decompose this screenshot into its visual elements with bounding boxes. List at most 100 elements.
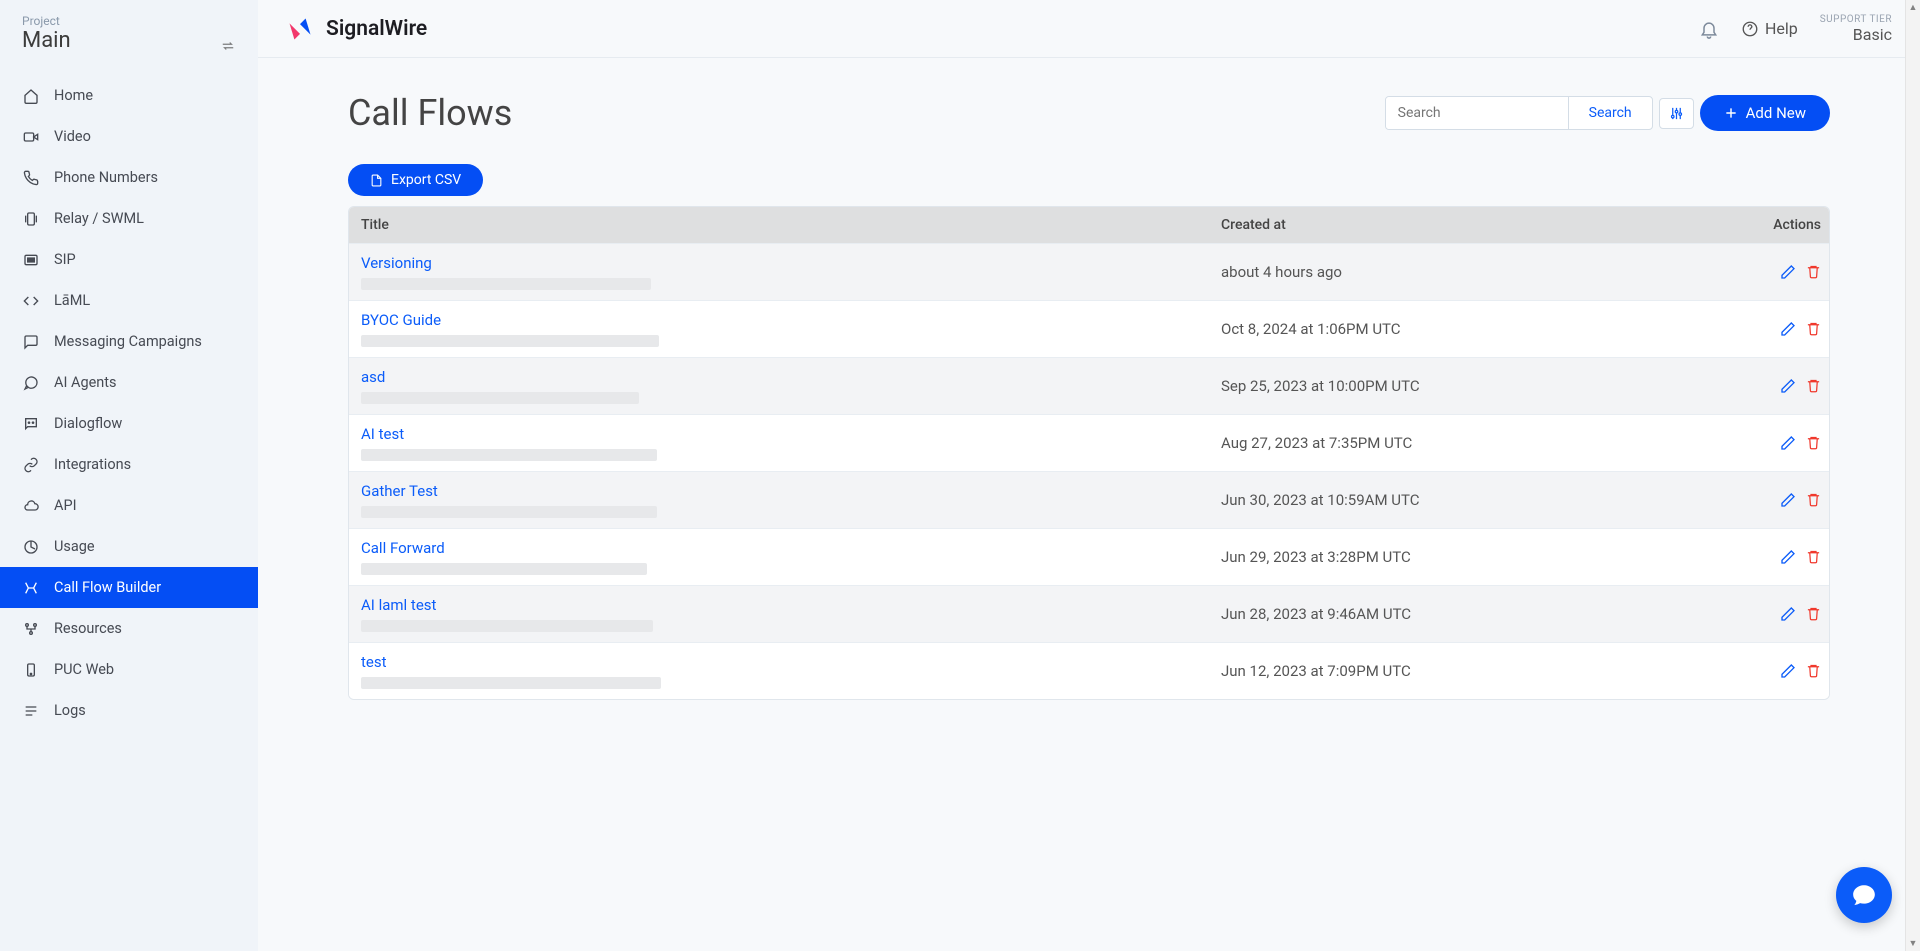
project-name: Main xyxy=(22,28,71,53)
created-at: Jun 29, 2023 at 3:28PM UTC xyxy=(1221,548,1741,566)
brand[interactable]: SignalWire xyxy=(286,15,427,43)
delete-icon[interactable] xyxy=(1806,606,1821,622)
sidebar-item-phone-numbers[interactable]: Phone Numbers xyxy=(0,157,258,198)
edit-icon[interactable] xyxy=(1780,549,1796,565)
help-link[interactable]: Help xyxy=(1741,19,1798,38)
home-icon xyxy=(22,88,40,104)
sidebar-item-messaging-campaigns[interactable]: Messaging Campaigns xyxy=(0,321,258,362)
edit-icon[interactable] xyxy=(1780,435,1796,451)
sidebar-item-home[interactable]: Home xyxy=(0,75,258,116)
nav: Home Video Phone Numbers Relay / SWML SIP LāM… xyxy=(0,75,258,951)
sidebar-item-label: Usage xyxy=(54,538,95,555)
sidebar-item-puc-web[interactable]: PUC Web xyxy=(0,649,258,690)
sidebar-item-integrations[interactable]: Integrations xyxy=(0,444,258,485)
sidebar-item-ai-agents[interactable]: AI Agents xyxy=(0,362,258,403)
sidebar-item-resources[interactable]: Resources xyxy=(0,608,258,649)
sidebar-item-label: Phone Numbers xyxy=(54,169,158,186)
project-switcher[interactable]: Project Main xyxy=(0,0,258,63)
sidebar-item-label: Messaging Campaigns xyxy=(54,333,202,350)
created-at: Jun 12, 2023 at 7:09PM UTC xyxy=(1221,662,1741,680)
chat-icon xyxy=(1851,882,1877,908)
delete-icon[interactable] xyxy=(1806,492,1821,508)
sidebar-item-l-ml[interactable]: LāML xyxy=(0,280,258,321)
sidebar-item-sip[interactable]: SIP xyxy=(0,239,258,280)
delete-icon[interactable] xyxy=(1806,378,1821,394)
sidebar-item-call-flow-builder[interactable]: Call Flow Builder xyxy=(0,567,258,608)
th-actions: Actions xyxy=(1741,217,1821,233)
page-title: Call Flows xyxy=(348,92,512,134)
created-at: Sep 25, 2023 at 10:00PM UTC xyxy=(1221,377,1741,395)
edit-icon[interactable] xyxy=(1780,378,1796,394)
created-at: Jun 28, 2023 at 9:46AM UTC xyxy=(1221,605,1741,623)
table-row: Call ForwardJun 29, 2023 at 3:28PM UTC xyxy=(349,528,1829,585)
search-input[interactable] xyxy=(1386,97,1568,129)
scrollbar[interactable]: ▲ ▼ xyxy=(1905,0,1920,951)
flow-title-link[interactable]: Versioning xyxy=(361,254,1221,272)
created-at: Oct 8, 2024 at 1:06PM UTC xyxy=(1221,320,1741,338)
sip-icon xyxy=(22,252,40,268)
call-flows-table: Title Created at Actions Versioningabout… xyxy=(348,206,1830,700)
sidebar-item-relay-swml[interactable]: Relay / SWML xyxy=(0,198,258,239)
sidebar-item-api[interactable]: API xyxy=(0,485,258,526)
laml-icon xyxy=(22,293,40,309)
resources-icon xyxy=(22,621,40,637)
edit-icon[interactable] xyxy=(1780,264,1796,280)
redacted-id xyxy=(361,506,657,518)
phone-icon xyxy=(22,170,40,186)
support-tier[interactable]: SUPPORT TIER Basic xyxy=(1820,14,1892,44)
edit-icon[interactable] xyxy=(1780,492,1796,508)
search-box: Search xyxy=(1385,96,1653,130)
plus-icon xyxy=(1724,106,1738,120)
flow-title-link[interactable]: asd xyxy=(361,368,1221,386)
sidebar-item-logs[interactable]: Logs xyxy=(0,690,258,731)
scroll-down-icon[interactable]: ▼ xyxy=(1906,936,1920,951)
edit-icon[interactable] xyxy=(1780,663,1796,679)
sidebar-item-label: Logs xyxy=(54,702,86,719)
chat-fab[interactable] xyxy=(1836,867,1892,923)
sidebar-item-label: Relay / SWML xyxy=(54,210,144,227)
dialog-icon xyxy=(22,416,40,432)
flow-title-link[interactable]: AI laml test xyxy=(361,596,1221,614)
add-new-button[interactable]: Add New xyxy=(1700,95,1830,131)
th-title: Title xyxy=(357,217,1221,233)
edit-icon[interactable] xyxy=(1780,321,1796,337)
flow-title-link[interactable]: Call Forward xyxy=(361,539,1221,557)
delete-icon[interactable] xyxy=(1806,549,1821,565)
scroll-up-icon[interactable]: ▲ xyxy=(1906,0,1920,15)
edit-icon[interactable] xyxy=(1780,606,1796,622)
delete-icon[interactable] xyxy=(1806,663,1821,679)
message-icon xyxy=(22,334,40,350)
link-icon xyxy=(22,457,40,473)
delete-icon[interactable] xyxy=(1806,321,1821,337)
delete-icon[interactable] xyxy=(1806,264,1821,280)
export-csv-button[interactable]: Export CSV xyxy=(348,164,483,196)
switch-icon[interactable] xyxy=(220,39,236,53)
created-at: about 4 hours ago xyxy=(1221,263,1741,281)
search-button[interactable]: Search xyxy=(1568,97,1652,129)
table-row: Versioningabout 4 hours ago xyxy=(349,243,1829,300)
sidebar-item-video[interactable]: Video xyxy=(0,116,258,157)
flow-title-link[interactable]: test xyxy=(361,653,1221,671)
sidebar-item-usage[interactable]: Usage xyxy=(0,526,258,567)
sliders-icon xyxy=(1669,106,1684,121)
sidebar-item-label: SIP xyxy=(54,251,76,268)
flow-title-link[interactable]: AI test xyxy=(361,425,1221,443)
sidebar-item-dialogflow[interactable]: Dialogflow xyxy=(0,403,258,444)
device-icon xyxy=(22,662,40,678)
help-icon xyxy=(1741,20,1759,38)
sidebar-item-label: Home xyxy=(54,87,93,104)
delete-icon[interactable] xyxy=(1806,435,1821,451)
bell-icon[interactable] xyxy=(1699,19,1719,39)
project-label: Project xyxy=(22,14,71,28)
file-icon xyxy=(370,174,383,187)
flow-title-link[interactable]: BYOC Guide xyxy=(361,311,1221,329)
redacted-id xyxy=(361,620,653,632)
brand-logo-icon xyxy=(286,15,314,43)
table-row: BYOC GuideOct 8, 2024 at 1:06PM UTC xyxy=(349,300,1829,357)
sidebar-item-label: AI Agents xyxy=(54,374,117,391)
sidebar-item-label: Resources xyxy=(54,620,122,637)
flow-title-link[interactable]: Gather Test xyxy=(361,482,1221,500)
filter-button[interactable] xyxy=(1659,98,1694,129)
sidebar-item-label: PUC Web xyxy=(54,661,114,678)
redacted-id xyxy=(361,677,661,689)
